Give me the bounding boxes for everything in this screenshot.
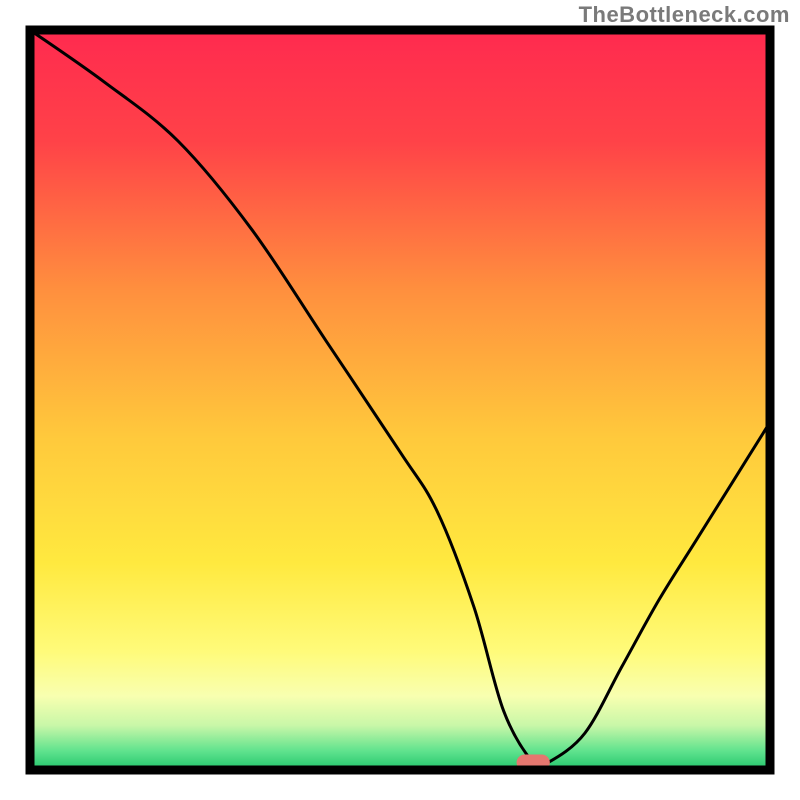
chart-frame: TheBottleneck.com <box>0 0 800 800</box>
bottleneck-chart <box>0 0 800 800</box>
plot-background-gradient <box>30 30 770 770</box>
branding-watermark: TheBottleneck.com <box>579 2 790 28</box>
